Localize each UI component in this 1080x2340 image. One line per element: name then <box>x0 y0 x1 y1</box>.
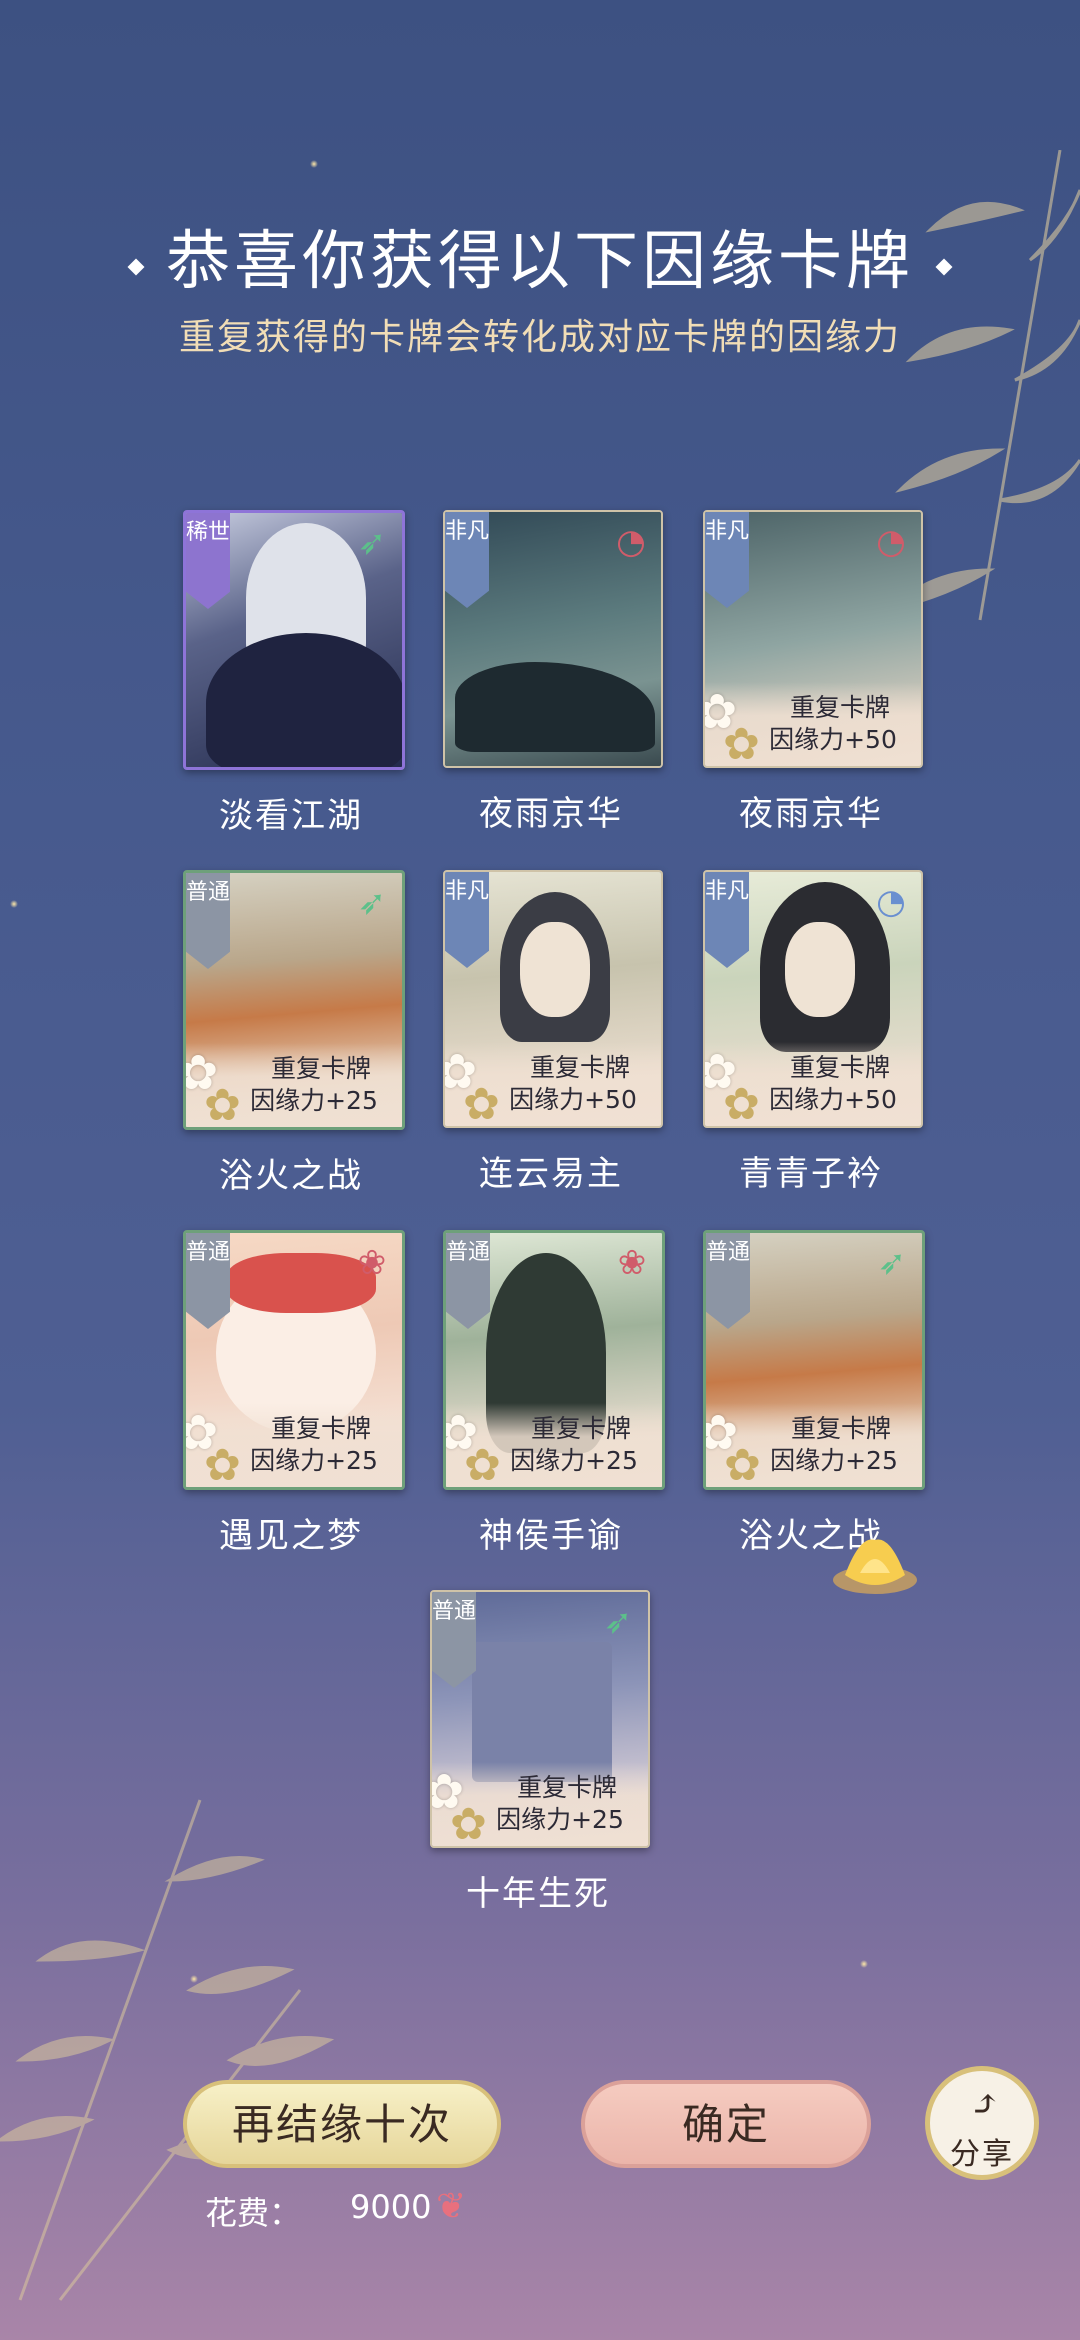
fan-icon: ◔ <box>876 522 906 562</box>
rarity-tag: 非凡 <box>445 512 489 608</box>
draw-again-button[interactable]: 再结缘十次 <box>183 2080 501 2168</box>
card-item[interactable]: 普通 ➶ ✿ ✿ 重复卡牌 因缘力+25 浴火之战 <box>183 870 405 1197</box>
rarity-tag: 稀世 <box>186 513 230 609</box>
share-label: 分享 <box>950 2137 1014 2172</box>
share-button[interactable]: ⤴ 分享 <box>925 2066 1039 2180</box>
card-frame: 普通 ❀ ✿ ✿ 重复卡牌 因缘力+25 <box>183 1230 405 1490</box>
duplicate-label: 重复卡牌 <box>516 1773 617 1802</box>
card-frame: 非凡 ◔ <box>443 510 663 768</box>
duplicate-label: 重复卡牌 <box>270 1054 371 1083</box>
duplicate-label: 重复卡牌 <box>270 1414 371 1443</box>
card-name: 夜雨京华 <box>479 794 623 834</box>
duplicate-overlay: ✿ ✿ 重复卡牌 因缘力+50 <box>445 1042 661 1126</box>
rarity-tag: 普通 <box>186 873 230 969</box>
rarity-tag: 普通 <box>432 1592 476 1688</box>
duplicate-label: 重复卡牌 <box>530 1414 631 1443</box>
card-name: 神侯手谕 <box>479 1516 623 1556</box>
sparkle <box>190 1975 198 1983</box>
plum-blossom-icon: ❀ <box>617 1243 647 1283</box>
card-frame: 非凡 ✿ ✿ 重复卡牌 因缘力+50 <box>443 870 663 1128</box>
bonus-label: 因缘力+50 <box>769 725 897 754</box>
card-frame: 稀世 ➶ <box>183 510 405 770</box>
bonus-label: 因缘力+25 <box>250 1446 378 1475</box>
sparkle <box>860 1960 868 1968</box>
card-frame: 非凡 ◔ ✿ ✿ 重复卡牌 因缘力+50 <box>703 510 923 768</box>
page-subtitle: 重复获得的卡牌会转化成对应卡牌的因缘力 <box>178 317 901 358</box>
rarity-tag: 普通 <box>706 1233 750 1329</box>
bow-icon: ➶ <box>603 1602 633 1642</box>
duplicate-label: 重复卡牌 <box>529 1053 630 1082</box>
plum-blossom-icon: ❀ <box>357 1243 387 1283</box>
bow-icon: ➶ <box>357 883 387 923</box>
card-name: 浴火之战 <box>219 1156 363 1196</box>
card-name: 夜雨京华 <box>739 794 883 834</box>
rarity-tag: 非凡 <box>445 872 489 968</box>
card-frame: 普通 ➶ ✿ ✿ 重复卡牌 因缘力+25 <box>703 1230 925 1490</box>
duplicate-overlay: ✿ ✿ 重复卡牌 因缘力+25 <box>706 1403 922 1487</box>
duplicate-label: 重复卡牌 <box>789 1053 890 1082</box>
card-item[interactable]: 非凡 ◔ 夜雨京华 <box>443 510 663 835</box>
card-name: 淡看江湖 <box>219 796 363 836</box>
card-name: 遇见之梦 <box>219 1516 363 1556</box>
card-name: 十年生死 <box>466 1874 610 1914</box>
page-title: 恭喜你获得以下因缘卡牌 <box>0 210 1080 302</box>
cost-value: 9000 <box>350 2188 432 2226</box>
bonus-label: 因缘力+25 <box>510 1446 638 1475</box>
card-item[interactable]: 非凡 ◔ ✿ ✿ 重复卡牌 因缘力+50 青青子衿 <box>703 870 923 1195</box>
lotus-lantern-icon[interactable] <box>830 1535 920 1605</box>
duplicate-overlay: ✿ ✿ 重复卡牌 因缘力+50 <box>705 682 921 766</box>
sparkle <box>10 900 18 908</box>
card-frame: 普通 ❀ ✿ ✿ 重复卡牌 因缘力+25 <box>443 1230 665 1490</box>
card-item[interactable]: 普通 ➶ ✿ ✿ 重复卡牌 因缘力+25 十年生死 <box>430 1590 650 1915</box>
duplicate-overlay: ✿ ✿ 重复卡牌 因缘力+25 <box>186 1403 402 1487</box>
bonus-label: 因缘力+50 <box>509 1085 637 1114</box>
fan-icon: ◔ <box>616 522 646 562</box>
card-frame: 非凡 ◔ ✿ ✿ 重复卡牌 因缘力+50 <box>703 870 923 1128</box>
sparkle <box>310 160 318 168</box>
butterfly-icon: ❦ <box>436 2186 467 2227</box>
card-frame: 普通 ➶ ✿ ✿ 重复卡牌 因缘力+25 <box>430 1590 650 1848</box>
card-item[interactable]: 普通 ❀ ✿ ✿ 重复卡牌 因缘力+25 遇见之梦 <box>183 1230 405 1557</box>
fan-icon: ◔ <box>876 882 906 922</box>
duplicate-overlay: ✿ ✿ 重复卡牌 因缘力+25 <box>186 1043 402 1127</box>
cost-label: 花费： <box>205 2194 302 2232</box>
card-item[interactable]: 稀世 ➶ 淡看江湖 <box>183 510 405 837</box>
card-item[interactable]: 普通 ❀ ✿ ✿ 重复卡牌 因缘力+25 神侯手谕 <box>443 1230 665 1557</box>
title-text: 恭喜你获得以下因缘卡牌 <box>166 225 914 299</box>
card-frame: 普通 ➶ ✿ ✿ 重复卡牌 因缘力+25 <box>183 870 405 1130</box>
bonus-label: 因缘力+25 <box>250 1086 378 1115</box>
duplicate-overlay: ✿ ✿ 重复卡牌 因缘力+25 <box>446 1403 662 1487</box>
duplicate-overlay: ✿ ✿ 重复卡牌 因缘力+50 <box>705 1042 921 1126</box>
diamond-ornament <box>935 258 953 275</box>
card-item[interactable]: 非凡 ◔ ✿ ✿ 重复卡牌 因缘力+50 夜雨京华 <box>703 510 923 835</box>
share-icon: ⤴ <box>969 2084 1003 2125</box>
bow-icon: ➶ <box>357 523 387 563</box>
confirm-button[interactable]: 确定 <box>581 2080 871 2168</box>
bonus-label: 因缘力+25 <box>770 1446 898 1475</box>
duplicate-overlay: ✿ ✿ 重复卡牌 因缘力+25 <box>432 1762 648 1846</box>
rarity-tag: 非凡 <box>705 872 749 968</box>
bow-icon: ➶ <box>877 1243 907 1283</box>
card-item[interactable]: 普通 ➶ ✿ ✿ 重复卡牌 因缘力+25 浴火之战 <box>703 1230 925 1557</box>
rarity-tag: 普通 <box>186 1233 230 1329</box>
duplicate-label: 重复卡牌 <box>790 1414 891 1443</box>
card-name: 青青子衿 <box>739 1154 883 1194</box>
duplicate-label: 重复卡牌 <box>789 693 890 722</box>
bonus-label: 因缘力+25 <box>496 1805 624 1834</box>
bonus-label: 因缘力+50 <box>769 1085 897 1114</box>
rarity-tag: 非凡 <box>705 512 749 608</box>
rarity-tag: 普通 <box>446 1233 490 1329</box>
diamond-ornament <box>127 258 145 275</box>
card-name: 连云易主 <box>479 1154 623 1194</box>
card-item[interactable]: 非凡 ✿ ✿ 重复卡牌 因缘力+50 连云易主 <box>443 870 663 1195</box>
